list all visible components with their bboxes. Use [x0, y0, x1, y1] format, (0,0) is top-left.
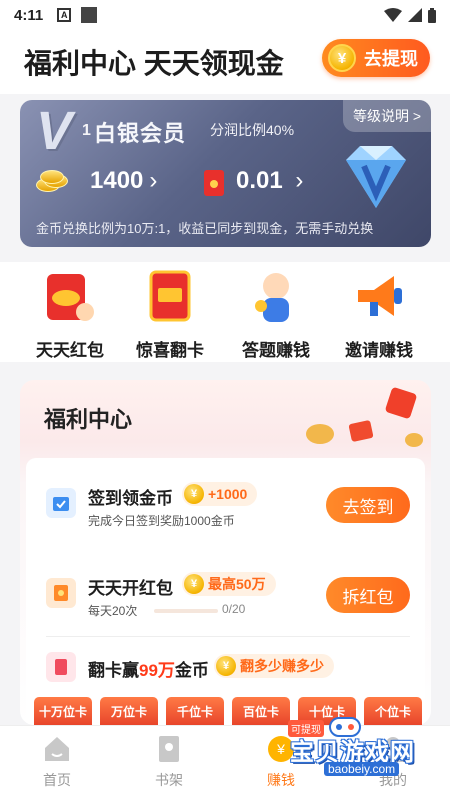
- vip-card[interactable]: V 1 白银会员 分润比例40% 等级说明 > 1400 › 0.01 › 金币…: [20, 100, 431, 247]
- watermark-url: baobeiy.com: [324, 762, 400, 776]
- task-name-prefix: 翻卡赢: [88, 661, 139, 680]
- red-envelope-icon: [46, 578, 76, 608]
- megaphone-icon: [350, 268, 408, 326]
- yuan-coin-icon: ¥: [328, 44, 356, 72]
- withdraw-button[interactable]: ¥ 去提现: [322, 39, 430, 77]
- vip-level-name: 白银会员: [94, 121, 187, 146]
- red-envelope-icon: [204, 170, 224, 196]
- status-icons: [384, 7, 436, 23]
- red-envelope-decoration-icon: [306, 387, 423, 447]
- welfare-center-card: 福利中心 签到领金币 ¥ +1000 完成今日签到奖励1000金币 去签到 天天…: [20, 380, 431, 725]
- welfare-title: 福利中心: [44, 407, 133, 432]
- quiz-character-icon: [247, 268, 305, 326]
- reward-value: 最高50万: [208, 576, 266, 592]
- task-name: 天天开红包: [88, 579, 173, 598]
- reward-pill: ¥ +1000: [182, 482, 258, 506]
- diamond-icon: [346, 146, 406, 208]
- task-name-highlight: 99万: [139, 661, 175, 680]
- wifi-icon: [384, 8, 402, 22]
- reward-pill: ¥ 翻多少赚多少: [214, 654, 334, 678]
- task-name: 翻卡赢99万金币: [88, 656, 209, 681]
- home-icon: [42, 734, 72, 764]
- notification-square-icon: [81, 7, 98, 23]
- yuan-coin-icon: ¥: [184, 484, 204, 504]
- progress-text: 0/20: [222, 602, 246, 616]
- reward-value: +1000: [208, 486, 248, 502]
- open-red-envelope-button[interactable]: 拆红包: [326, 577, 410, 613]
- cash-balance-value: 0.01: [236, 167, 283, 194]
- flip-card-icon: [46, 652, 76, 682]
- status-time: 4:11: [14, 6, 44, 24]
- calendar-icon: [46, 488, 76, 518]
- sign-in-button[interactable]: 去签到: [326, 487, 410, 523]
- feature-label: 惊喜翻卡: [136, 341, 204, 360]
- status-bar: 4:11 A: [0, 0, 450, 30]
- card-tab[interactable]: 十万位卡: [34, 697, 92, 725]
- yuan-coin-icon: ¥: [184, 574, 204, 594]
- vip-level-number: 1: [82, 122, 91, 139]
- withdraw-label: 去提现: [364, 49, 418, 69]
- feature-label: 邀请赚钱: [345, 341, 413, 360]
- feature-label: 天天红包: [36, 341, 104, 360]
- nav-home[interactable]: 首页: [12, 734, 102, 790]
- reward-value: 翻多少赚多少: [240, 658, 324, 674]
- feature-row: 天天红包 惊喜翻卡 答题赚钱 邀请赚钱: [0, 262, 450, 362]
- header: 福利中心 天天领现金 ¥ 去提现: [0, 30, 450, 94]
- coin-balance-value: 1400: [90, 167, 144, 194]
- task-name-suffix: 金币: [174, 661, 209, 680]
- bookshelf-icon: [154, 734, 184, 764]
- nav-label: 首页: [43, 772, 71, 788]
- chevron-right-icon: ›: [149, 167, 158, 194]
- signal-icon: [408, 8, 422, 22]
- feature-flip-card[interactable]: 惊喜翻卡: [120, 262, 220, 361]
- vip-share-ratio: 分润比例40%: [210, 122, 295, 138]
- site-watermark: 可提现 宝贝游戏网 baobeiy.com: [272, 717, 422, 780]
- feature-label: 答题赚钱: [242, 341, 310, 360]
- page-title: 福利中心 天天领现金: [24, 48, 284, 79]
- task-name: 签到领金币: [88, 489, 173, 508]
- feature-quiz[interactable]: 答题赚钱: [226, 262, 326, 361]
- card-tab[interactable]: 千位卡: [166, 697, 224, 725]
- card-tab[interactable]: 万位卡: [100, 697, 158, 725]
- chevron-right-icon: ›: [295, 167, 304, 194]
- red-envelope-icon: [41, 268, 99, 326]
- exchange-note: 金币兑换比例为10万:1，收益已同步到现金，无需手动兑换: [36, 221, 374, 236]
- coin-stack-icon: [36, 170, 72, 192]
- task-list: 签到领金币 ¥ +1000 完成今日签到奖励1000金币 去签到 天天开红包 ¥…: [26, 458, 425, 725]
- flip-card-icon: [141, 268, 199, 326]
- nav-label: 书架: [155, 772, 183, 788]
- feature-daily-red-envelope[interactable]: 天天红包: [20, 262, 120, 361]
- coin-balance[interactable]: 1400 ›: [36, 167, 157, 195]
- progress-bar: [154, 609, 218, 613]
- reward-pill: ¥ 最高50万: [182, 572, 276, 596]
- nav-bookshelf[interactable]: 书架: [124, 734, 214, 790]
- battery-icon: [428, 7, 436, 23]
- task-description: 完成今日签到奖励1000金币: [88, 514, 235, 528]
- notification-a-icon: A: [57, 8, 72, 22]
- level-info-button[interactable]: 等级说明 >: [343, 100, 431, 132]
- vip-badge-icon: V: [36, 101, 73, 161]
- divider: [46, 636, 410, 637]
- yuan-coin-icon: ¥: [216, 656, 236, 676]
- task-description: 每天20次: [88, 604, 138, 618]
- feature-invite[interactable]: 邀请赚钱: [329, 262, 429, 361]
- cash-balance[interactable]: 0.01 ›: [236, 167, 303, 195]
